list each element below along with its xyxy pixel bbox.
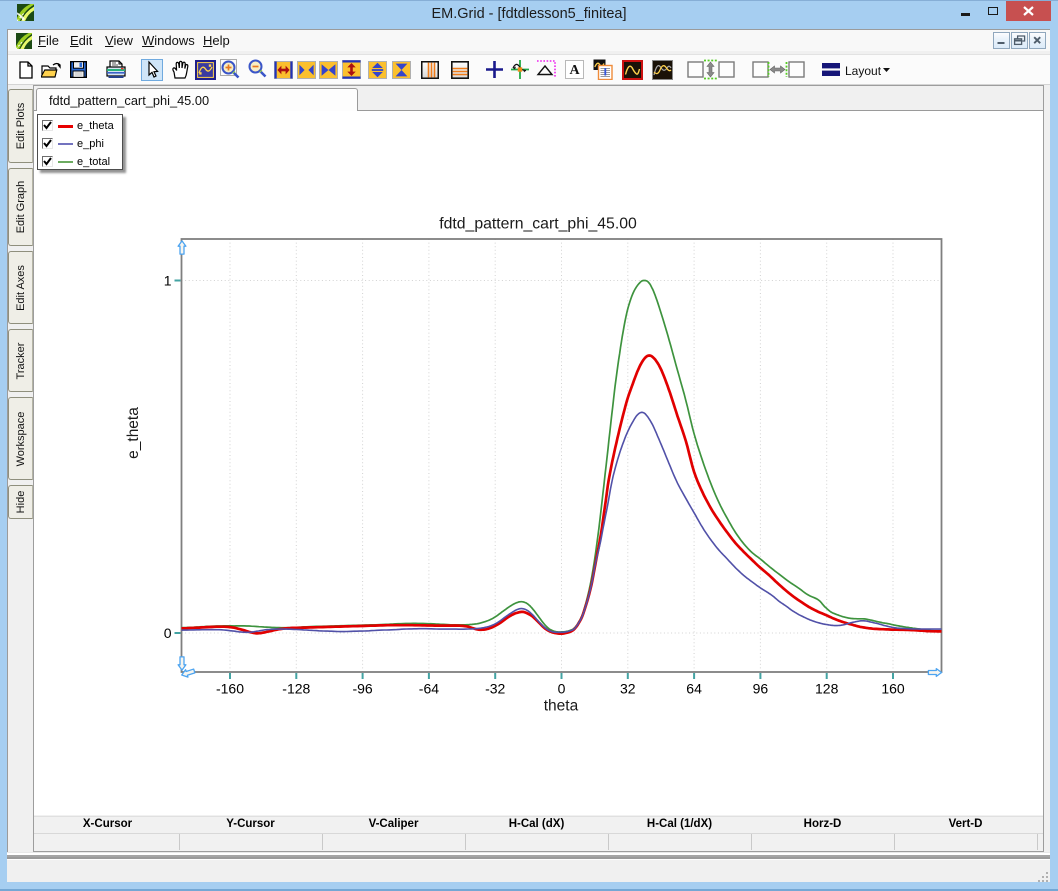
svg-text:0: 0 bbox=[558, 681, 566, 697]
svg-text:32: 32 bbox=[620, 681, 636, 697]
svg-text:fdtd_pattern_cart_phi_45.00: fdtd_pattern_cart_phi_45.00 bbox=[439, 216, 637, 233]
svg-text:160: 160 bbox=[881, 681, 905, 697]
svg-text:0: 0 bbox=[164, 625, 172, 641]
svg-text:-160: -160 bbox=[216, 681, 244, 697]
svg-text:A: A bbox=[569, 63, 580, 78]
svg-text:e_theta: e_theta bbox=[125, 407, 142, 459]
svg-text:64: 64 bbox=[686, 681, 702, 697]
svg-text:128: 128 bbox=[815, 681, 839, 697]
svg-text:-96: -96 bbox=[352, 681, 372, 697]
svg-text:1: 1 bbox=[164, 273, 172, 289]
svg-text:-32: -32 bbox=[485, 681, 505, 697]
svg-text:-128: -128 bbox=[282, 681, 310, 697]
svg-text:theta: theta bbox=[544, 698, 579, 715]
svg-text:96: 96 bbox=[753, 681, 769, 697]
svg-text:-64: -64 bbox=[419, 681, 439, 697]
